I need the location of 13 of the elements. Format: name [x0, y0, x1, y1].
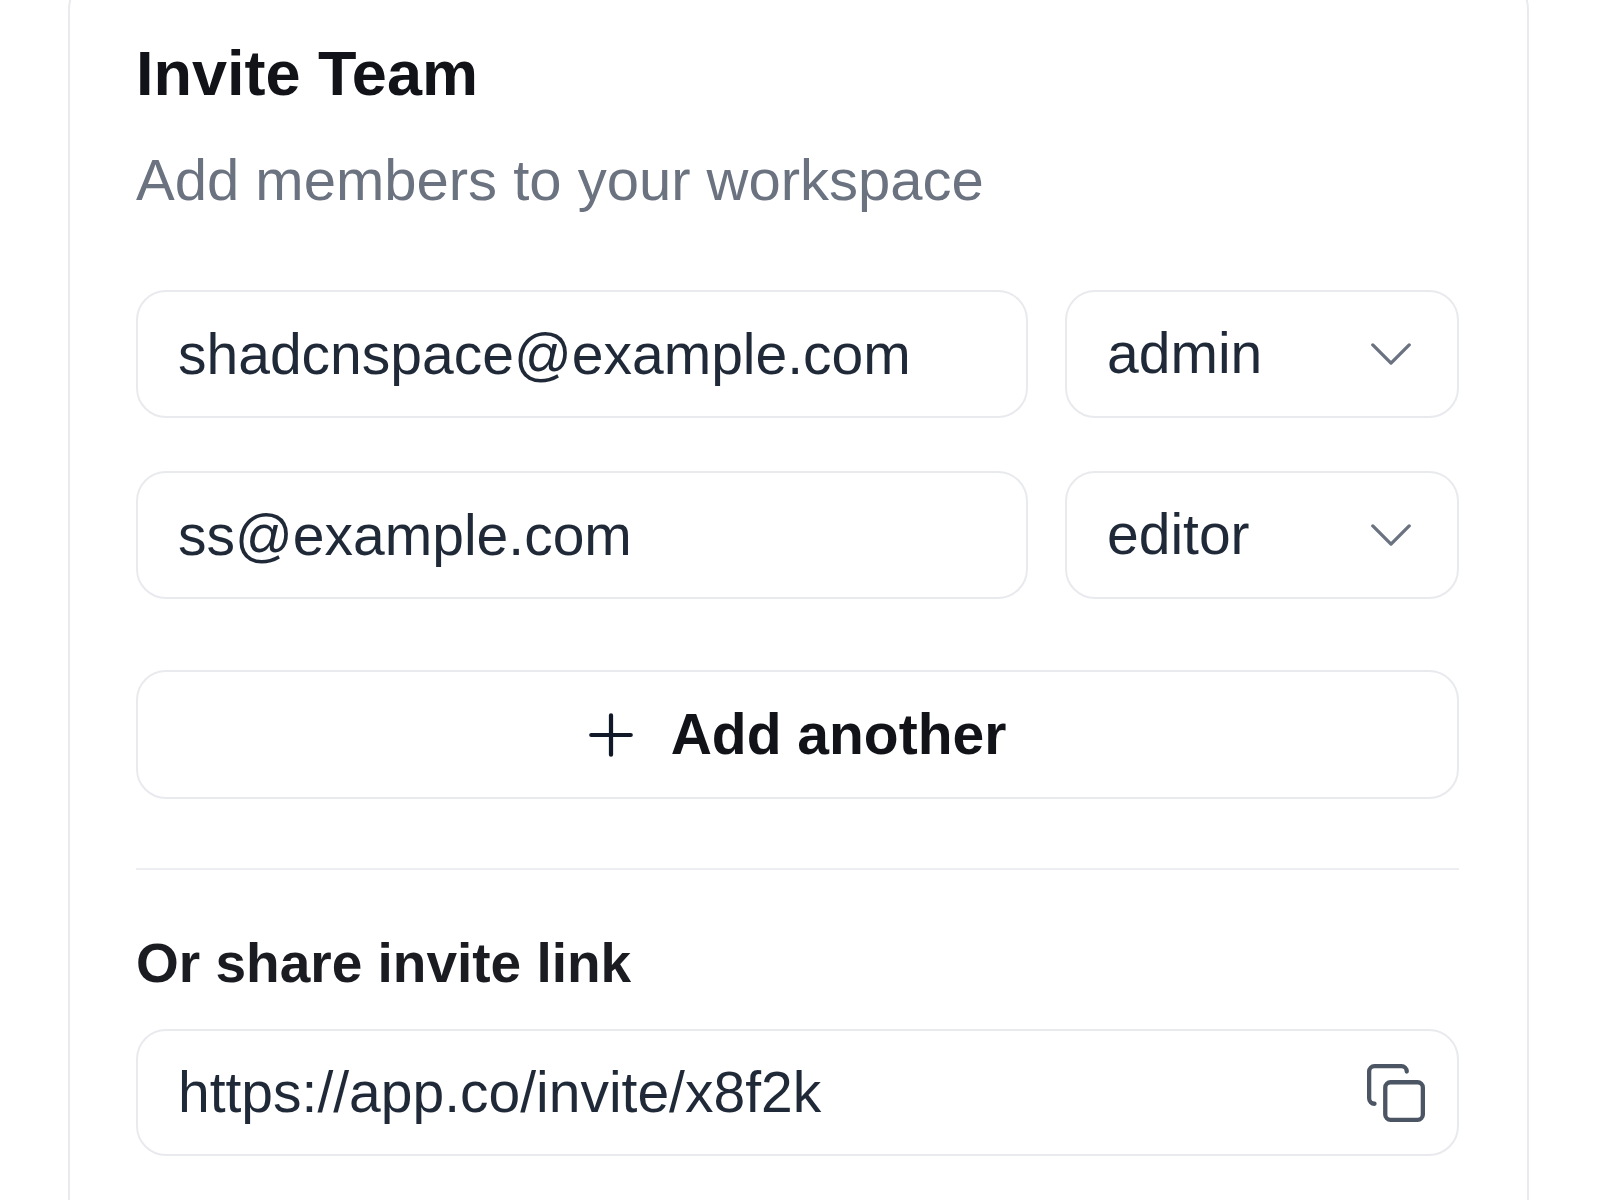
card-title: Invite Team	[136, 37, 478, 110]
section-heading: Or share invite link	[136, 931, 632, 996]
role-select[interactable]: editor	[1065, 471, 1459, 599]
plus-icon	[588, 712, 633, 757]
copy-icon[interactable]	[1367, 1063, 1425, 1122]
chevron-down-icon	[1371, 524, 1411, 546]
card-subtitle: Add members to your workspace	[136, 146, 984, 214]
email-input[interactable]: shadcnspace@example.com	[136, 290, 1028, 418]
add-another-button[interactable]: Add another	[136, 670, 1459, 799]
invite-link-field[interactable]: https://app.co/invite/x8f2k	[136, 1029, 1459, 1156]
role-select[interactable]: admin	[1065, 290, 1459, 418]
email-input[interactable]: ss@example.com	[136, 471, 1028, 599]
chevron-down-icon	[1371, 343, 1411, 365]
